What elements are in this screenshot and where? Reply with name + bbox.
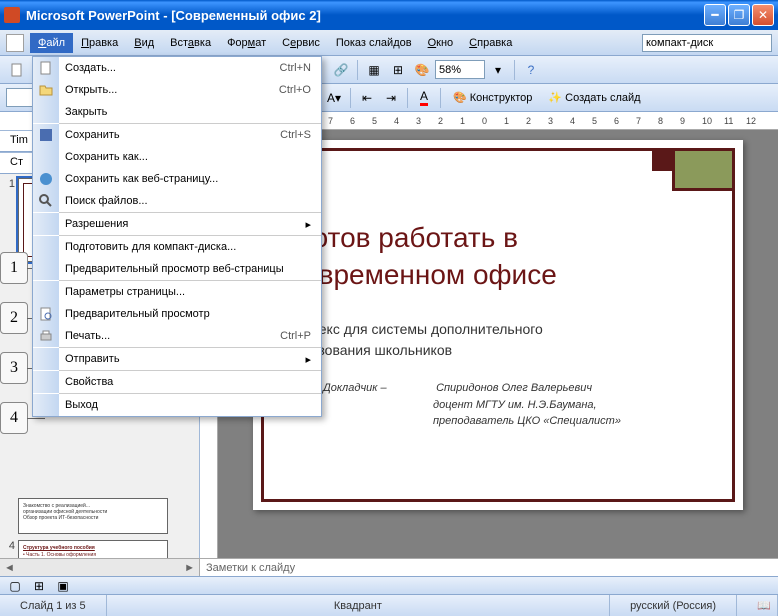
titlebar: Microsoft PowerPoint - [Современный офис… bbox=[0, 0, 778, 30]
decorative-corner bbox=[672, 151, 732, 191]
new-slide-button[interactable]: ✨ Создать слайд bbox=[541, 87, 647, 109]
hyperlink-button[interactable]: 🔗 bbox=[330, 59, 352, 81]
blank-icon bbox=[33, 146, 59, 168]
callout-annotations: 1 2 3 4 bbox=[0, 252, 28, 452]
menu-item-поиск-файлов[interactable]: Поиск файлов... bbox=[33, 190, 321, 212]
submenu-arrow-icon: ▸ bbox=[305, 353, 311, 366]
blank-icon bbox=[33, 101, 59, 123]
menu-item-отправить[interactable]: Отправить▸ bbox=[33, 348, 321, 370]
file-menu-dropdown: Создать...Ctrl+NОткрыть...Ctrl+OЗакрытьС… bbox=[32, 56, 322, 417]
blank-icon bbox=[33, 348, 59, 370]
slide-subtitle-text[interactable]: плекс для системы дополнительного разова… bbox=[303, 320, 713, 361]
close-button[interactable]: ✕ bbox=[752, 4, 774, 26]
blank-icon bbox=[33, 281, 59, 303]
horizontal-scrollbar[interactable]: ◄► bbox=[0, 559, 200, 576]
blank-icon bbox=[33, 236, 59, 258]
print-icon bbox=[33, 325, 59, 347]
callout-2: 2 bbox=[0, 302, 28, 334]
menu-item-сохранить[interactable]: СохранитьCtrl+S bbox=[33, 124, 321, 146]
decrease-indent-button[interactable]: ⇤ bbox=[356, 87, 378, 109]
status-layout: Квадрант bbox=[107, 595, 610, 616]
decrease-font-button[interactable]: A▾ bbox=[323, 87, 345, 109]
decorative-square bbox=[652, 151, 672, 171]
menu-item-разрешения[interactable]: Разрешения▸ bbox=[33, 213, 321, 235]
slideshow-view-button[interactable]: ▣ bbox=[52, 575, 74, 597]
normal-view-button[interactable]: ▢ bbox=[4, 575, 26, 597]
menu-help[interactable]: Справка bbox=[461, 33, 520, 53]
save-icon bbox=[33, 124, 59, 146]
menu-item-подготовить-для-компакт-диска[interactable]: Подготовить для компакт-диска... bbox=[33, 236, 321, 258]
menu-tools[interactable]: Сервис bbox=[274, 33, 328, 53]
view-buttons: ▢ ⊞ ▣ bbox=[0, 576, 778, 594]
slide-thumbnail-4[interactable]: Структура учебного пособия • Часть 1. Ос… bbox=[18, 540, 168, 558]
menu-item-предварительный-просмотр-веб-страницы[interactable]: Предварительный просмотр веб-страницы bbox=[33, 258, 321, 280]
tab-slides[interactable]: Ст bbox=[0, 152, 34, 173]
tables-borders-button[interactable]: ▦ bbox=[363, 59, 385, 81]
blank-icon bbox=[33, 394, 59, 416]
notes-area[interactable]: ◄► Заметки к слайду bbox=[0, 558, 778, 576]
callout-1: 1 bbox=[0, 252, 28, 284]
menu-item-сохранить-как[interactable]: Сохранить как... bbox=[33, 146, 321, 168]
menu-view[interactable]: Вид bbox=[126, 33, 162, 53]
status-spellcheck-icon[interactable]: 📖 bbox=[737, 595, 778, 616]
menu-slideshow[interactable]: Показ слайдов bbox=[328, 33, 420, 53]
thumb-number: 1 bbox=[4, 178, 18, 262]
menu-item-свойства[interactable]: Свойства bbox=[33, 371, 321, 393]
zoom-combo[interactable]: 58% bbox=[435, 60, 485, 79]
slide-speaker-text[interactable]: Докладчик – Спиридонов Олег Валерьевич д… bbox=[323, 380, 713, 430]
sorter-view-button[interactable]: ⊞ bbox=[28, 575, 50, 597]
zoom-dropdown-icon[interactable]: ▾ bbox=[487, 59, 509, 81]
menu-window[interactable]: Окно bbox=[420, 33, 462, 53]
preview-icon bbox=[33, 303, 59, 325]
menu-item-печать[interactable]: Печать...Ctrl+P bbox=[33, 325, 321, 347]
new-icon bbox=[33, 57, 59, 79]
menu-file[interactable]: Файл bbox=[30, 33, 73, 53]
powerpoint-icon bbox=[4, 7, 20, 23]
help-button[interactable]: ? bbox=[520, 59, 542, 81]
new-button[interactable] bbox=[6, 59, 28, 81]
menu-insert[interactable]: Вставка bbox=[162, 33, 219, 53]
color-button[interactable]: 🎨 bbox=[411, 59, 433, 81]
menu-edit[interactable]: Правка bbox=[73, 33, 126, 53]
callout-3: 3 bbox=[0, 352, 28, 384]
current-slide[interactable]: готов работать в овременном офисе плекс … bbox=[253, 140, 743, 510]
maximize-button[interactable]: ❐ bbox=[728, 4, 750, 26]
blank-icon bbox=[33, 213, 59, 235]
status-language[interactable]: русский (Россия) bbox=[610, 595, 737, 616]
menubar: Файл Правка Вид Вставка Формат Сервис По… bbox=[0, 30, 778, 56]
designer-button[interactable]: 🎨 Конструктор bbox=[446, 87, 539, 109]
menu-item-закрыть[interactable]: Закрыть bbox=[33, 101, 321, 123]
slide-title-text[interactable]: готов работать в овременном офисе bbox=[303, 220, 713, 295]
blank-icon bbox=[33, 258, 59, 280]
minimize-button[interactable]: ━ bbox=[704, 4, 726, 26]
show-grid-button[interactable]: ⊞ bbox=[387, 59, 409, 81]
help-search-input[interactable] bbox=[642, 34, 772, 52]
slide-thumbnail-3[interactable]: Знакомство с реализацией... организации … bbox=[18, 498, 168, 534]
saveweb-icon bbox=[33, 168, 59, 190]
window-title: Microsoft PowerPoint - [Современный офис… bbox=[26, 8, 704, 23]
menu-item-открыть[interactable]: Открыть...Ctrl+O bbox=[33, 79, 321, 101]
menu-item-сохранить-как-веб-страницу[interactable]: Сохранить как веб-страницу... bbox=[33, 168, 321, 190]
status-slide-number: Слайд 1 из 5 bbox=[0, 595, 107, 616]
control-menu-icon[interactable] bbox=[6, 34, 24, 52]
menu-item-параметры-страницы[interactable]: Параметры страницы... bbox=[33, 281, 321, 303]
open-icon bbox=[33, 79, 59, 101]
menu-format[interactable]: Формат bbox=[219, 33, 274, 53]
menu-item-создать[interactable]: Создать...Ctrl+N bbox=[33, 57, 321, 79]
callout-4: 4 bbox=[0, 402, 28, 434]
blank-icon bbox=[33, 371, 59, 393]
increase-indent-button[interactable]: ⇥ bbox=[380, 87, 402, 109]
submenu-arrow-icon: ▸ bbox=[305, 218, 311, 231]
help-search[interactable] bbox=[642, 34, 772, 52]
font-color-button[interactable]: A bbox=[413, 87, 435, 109]
statusbar: Слайд 1 из 5 Квадрант русский (Россия) 📖 bbox=[0, 594, 778, 616]
thumb-number: 4 bbox=[4, 540, 18, 558]
menu-item-предварительный-просмотр[interactable]: Предварительный просмотр bbox=[33, 303, 321, 325]
menu-item-выход[interactable]: Выход bbox=[33, 394, 321, 416]
search-icon bbox=[33, 190, 59, 212]
